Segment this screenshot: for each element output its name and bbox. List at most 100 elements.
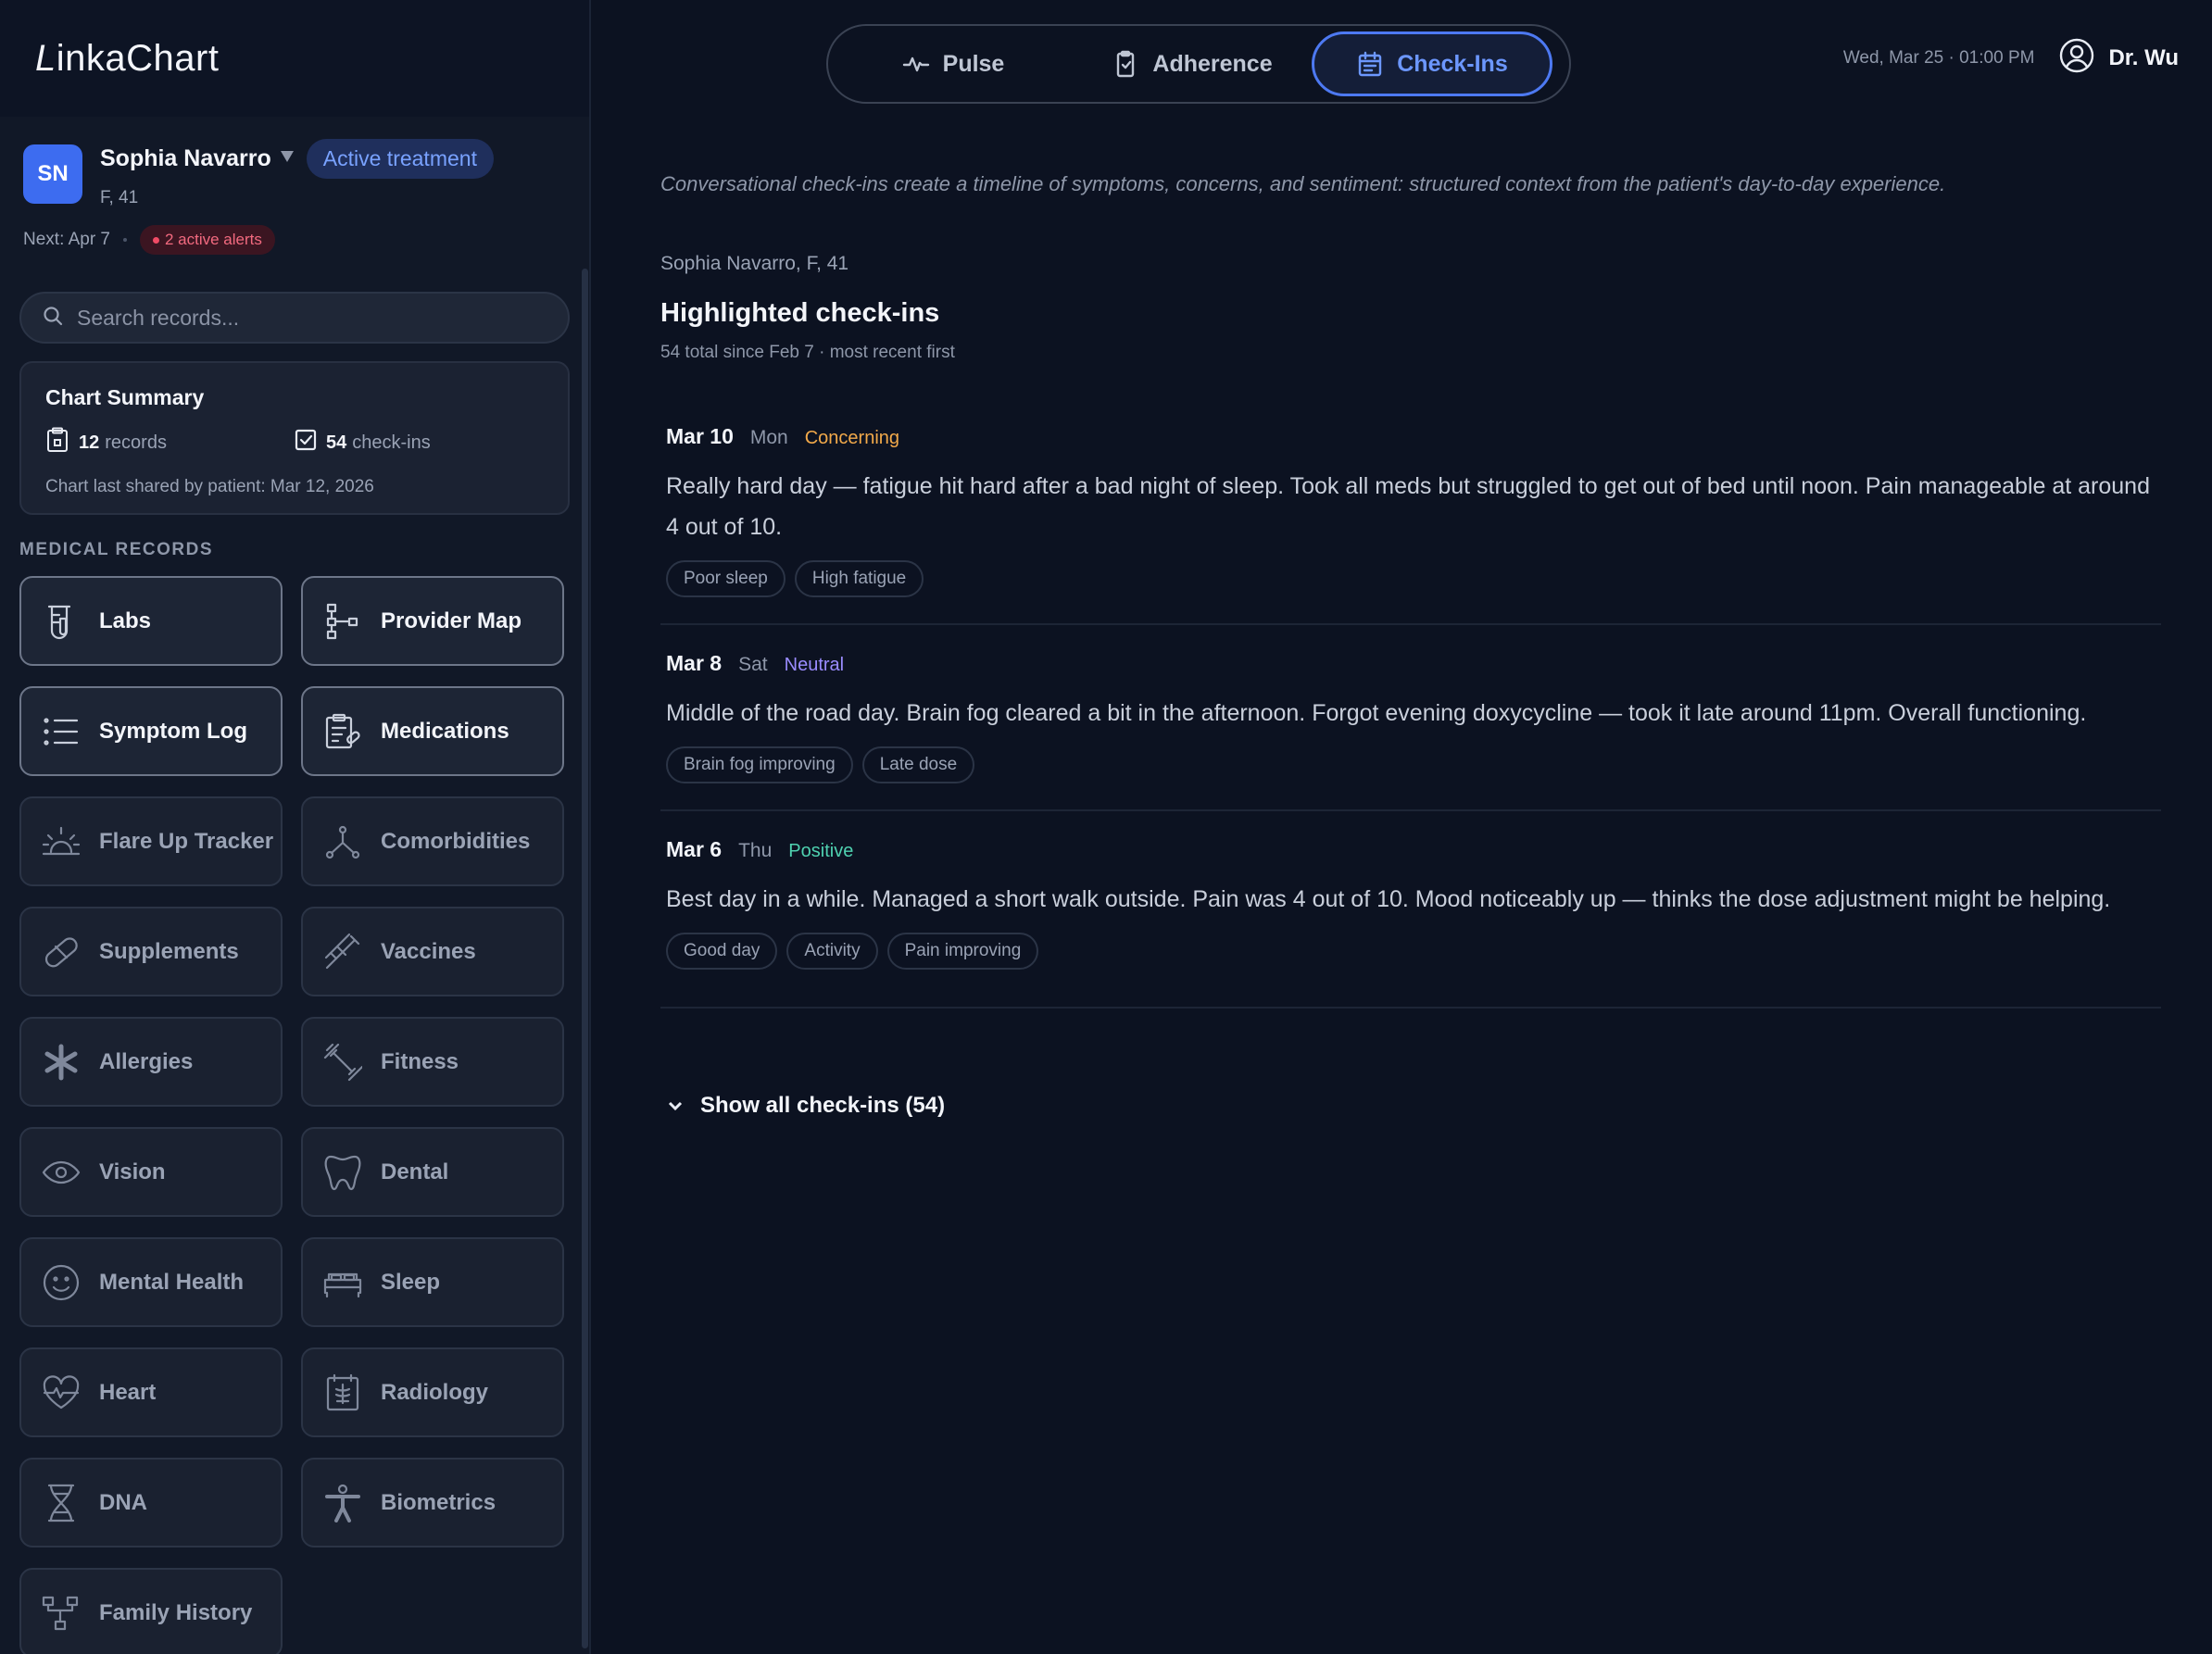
checkin-tag[interactable]: Good day xyxy=(666,933,778,970)
chart-summary-card: Chart Summary 12 records 54 check-ins Ch… xyxy=(19,361,570,515)
checkin-weekday: Mon xyxy=(749,427,788,448)
medical-records-heading: MEDICAL RECORDS xyxy=(19,540,213,559)
sidebar-scrollbar[interactable] xyxy=(582,269,588,1648)
show-all-label: Show all check-ins (54) xyxy=(700,1093,946,1118)
record-label: Comorbidities xyxy=(381,828,531,854)
patient-name[interactable]: Sophia Navarro xyxy=(100,145,271,172)
record-mental-health[interactable]: Mental Health xyxy=(19,1237,283,1327)
heart-pulse-icon xyxy=(42,1373,81,1412)
patient-avatar: SN xyxy=(23,144,82,204)
records-stat: 12 records xyxy=(45,427,295,458)
user-name[interactable]: Dr. Wu xyxy=(2108,45,2179,71)
record-family-history[interactable]: Family History xyxy=(19,1568,283,1654)
branch-icon xyxy=(323,822,362,861)
treatment-status-badge: Active treatment xyxy=(306,139,494,179)
person-icon xyxy=(323,1484,362,1522)
record-label: Dental xyxy=(381,1159,449,1184)
checkin-tag[interactable]: Activity xyxy=(786,933,878,970)
record-vision[interactable]: Vision xyxy=(19,1127,283,1217)
patient-switcher-caret-icon[interactable] xyxy=(280,150,294,162)
record-heart[interactable]: Heart xyxy=(19,1347,283,1437)
record-medications[interactable]: Medications xyxy=(301,686,564,776)
xray-icon xyxy=(323,1373,362,1412)
highlighted-checkins-title: Highlighted check-ins xyxy=(660,298,940,328)
record-label: Labs xyxy=(99,608,152,633)
tab-label: Check-Ins xyxy=(1397,50,1508,77)
tab-pulse[interactable]: Pulse xyxy=(834,31,1073,96)
record-label: Heart xyxy=(99,1379,157,1405)
calendar-icon xyxy=(1359,51,1382,77)
records-count: 12 xyxy=(79,432,100,453)
checkin-entry[interactable]: Mar 6 Thu Positive Best day in a while. … xyxy=(660,811,2161,1009)
flare-icon xyxy=(42,822,81,861)
record-label: Radiology xyxy=(381,1379,489,1405)
main-panel: Pulse Adherence Check-Ins Wed, Mar 25 · … xyxy=(591,0,2212,1654)
dumbbell-icon xyxy=(323,1043,364,1082)
record-fitness[interactable]: Fitness xyxy=(301,1017,564,1107)
record-label: Fitness xyxy=(381,1048,459,1074)
search-records-field[interactable] xyxy=(19,292,570,344)
checkin-entry[interactable]: Mar 10 Mon Concerning Really hard day — … xyxy=(660,398,2161,625)
eye-icon xyxy=(42,1153,81,1192)
record-symptom-log[interactable]: Symptom Log xyxy=(19,686,283,776)
chart-summary-title: Chart Summary xyxy=(45,385,205,409)
family-tree-icon xyxy=(42,1594,81,1633)
checkin-date: Mar 10 xyxy=(666,424,734,448)
checkin-tag[interactable]: Pain improving xyxy=(886,933,1039,970)
tab-label: Adherence xyxy=(1152,50,1273,77)
record-supplements[interactable]: Supplements xyxy=(19,907,283,996)
checkin-entry[interactable]: Mar 8 Sat Neutral Middle of the road day… xyxy=(660,625,2161,811)
record-dna[interactable]: DNA xyxy=(19,1458,283,1547)
separator-dot xyxy=(123,238,127,242)
tooth-icon xyxy=(323,1153,362,1192)
record-vaccines[interactable]: Vaccines xyxy=(301,907,564,996)
active-alerts-badge[interactable]: 2 active alerts xyxy=(140,225,275,255)
pill-icon xyxy=(42,933,81,971)
medical-records-grid: Labs Provider Map Symptom Log Medication… xyxy=(19,576,589,1654)
tab-label: Pulse xyxy=(942,50,1005,77)
dna-icon xyxy=(42,1484,81,1522)
app: LinkaChart SN Sophia Navarro Active trea… xyxy=(0,0,2212,1654)
checkin-tag[interactable]: High fatigue xyxy=(794,560,924,597)
record-label: Allergies xyxy=(99,1048,194,1074)
view-tabs: Pulse Adherence Check-Ins xyxy=(826,24,1571,104)
record-flare-up-tracker[interactable]: Flare Up Tracker xyxy=(19,796,283,886)
chart-shared-note: Chart last shared by patient: Mar 12, 20… xyxy=(45,477,374,496)
record-label: Vision xyxy=(99,1159,166,1184)
tab-check-ins[interactable]: Check-Ins xyxy=(1312,31,1552,96)
checkin-weekday: Thu xyxy=(738,840,773,861)
org-chart-icon xyxy=(323,602,362,641)
app-logo[interactable]: LinkaChart xyxy=(35,38,219,80)
record-labs[interactable]: Labs xyxy=(19,576,283,666)
checkins-intro: Conversational check-ins create a timeli… xyxy=(660,172,1946,195)
record-label: Flare Up Tracker xyxy=(99,828,274,854)
records-label: records xyxy=(105,432,167,453)
active-alerts-label: 2 active alerts xyxy=(165,231,262,248)
record-dental[interactable]: Dental xyxy=(301,1127,564,1217)
syringe-icon xyxy=(323,933,362,971)
checkin-tag[interactable]: Poor sleep xyxy=(666,560,786,597)
checkin-text: Middle of the road day. Brain fog cleare… xyxy=(666,700,2087,726)
record-allergies[interactable]: Allergies xyxy=(19,1017,283,1107)
user-account-icon[interactable] xyxy=(2058,37,2095,79)
record-comorbidities[interactable]: Comorbidities xyxy=(301,796,564,886)
alert-dot-icon xyxy=(153,236,159,244)
patient-header: SN Sophia Navarro Active treatment F, 41… xyxy=(0,117,589,255)
tab-adherence[interactable]: Adherence xyxy=(1073,31,1312,96)
search-input[interactable] xyxy=(77,305,522,331)
record-label: Family History xyxy=(99,1599,253,1625)
record-provider-map[interactable]: Provider Map xyxy=(301,576,564,666)
checkin-text: Best day in a while. Managed a short wal… xyxy=(666,886,2111,912)
checkin-tag[interactable]: Brain fog improving xyxy=(666,746,853,783)
current-datetime: Wed, Mar 25 · 01:00 PM xyxy=(1842,47,2035,68)
record-label: DNA xyxy=(99,1489,147,1515)
record-label: Supplements xyxy=(99,938,239,964)
record-label: Biometrics xyxy=(381,1489,496,1515)
record-biometrics[interactable]: Biometrics xyxy=(301,1458,564,1547)
record-radiology[interactable]: Radiology xyxy=(301,1347,564,1437)
record-sleep[interactable]: Sleep xyxy=(301,1237,564,1327)
chevron-down-icon xyxy=(668,1101,683,1111)
checkin-tag[interactable]: Late dose xyxy=(861,746,975,783)
show-all-checkins-button[interactable]: Show all check-ins (54) xyxy=(665,1093,945,1119)
search-icon xyxy=(42,305,64,332)
